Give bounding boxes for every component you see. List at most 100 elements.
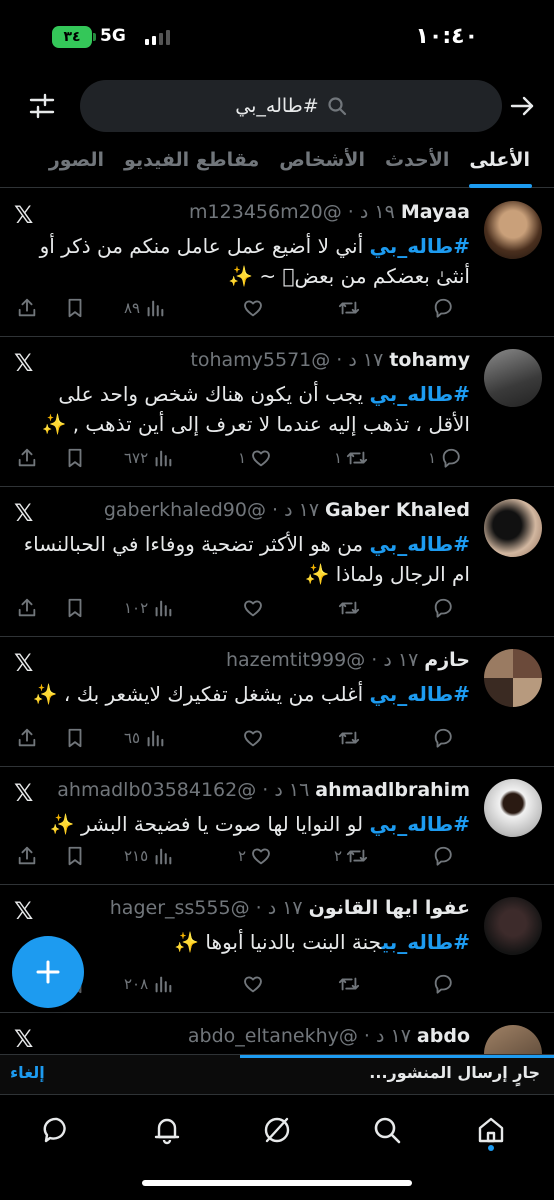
author-name[interactable]: حازم xyxy=(424,649,470,671)
share-icon xyxy=(16,845,38,867)
views-button[interactable]: ٦٥ xyxy=(124,723,166,753)
tab-photos[interactable]: الصور xyxy=(39,136,114,188)
x-logo-icon: 𝕏 xyxy=(14,499,34,527)
bookmark-icon xyxy=(64,597,86,619)
explore-icon[interactable] xyxy=(362,1105,412,1155)
x-logo-icon: 𝕏 xyxy=(14,349,34,377)
filter-icon[interactable] xyxy=(24,88,60,124)
like-button[interactable]: ١ xyxy=(238,443,272,473)
bookmark-button[interactable] xyxy=(64,443,86,473)
reply-button[interactable]: ١ xyxy=(428,443,462,473)
author-name[interactable]: abdo xyxy=(417,1025,470,1047)
x-logo-icon: 𝕏 xyxy=(14,779,34,807)
cancel-button[interactable]: إلغاء xyxy=(10,1063,45,1082)
notifications-icon[interactable] xyxy=(142,1105,192,1155)
retweet-icon xyxy=(346,447,368,469)
grok-icon[interactable] xyxy=(252,1105,302,1155)
author-handle-time: hazemtit999@ · ١٧ د xyxy=(225,649,419,671)
retweet-button[interactable] xyxy=(334,969,360,999)
reply-button[interactable] xyxy=(428,841,454,871)
bookmark-button[interactable] xyxy=(64,723,86,753)
share-button[interactable] xyxy=(16,293,38,323)
hashtag-link[interactable]: #طاله_بي xyxy=(370,532,471,556)
reply-button[interactable] xyxy=(428,593,454,623)
views-button[interactable]: ٢١٥ xyxy=(124,841,174,871)
views-button[interactable]: ٦٧٢ xyxy=(124,443,174,473)
like-count: ١ xyxy=(238,449,247,467)
reply-count: ١ xyxy=(428,449,437,467)
hashtag-link[interactable]: #طاله_بي xyxy=(370,812,471,836)
clock: ١٠:٤٠ xyxy=(415,24,478,49)
tab-videos[interactable]: مقاطع الفيديو xyxy=(114,136,269,188)
like-button[interactable]: ٢ xyxy=(238,841,272,871)
like-button[interactable] xyxy=(238,293,264,323)
author-name[interactable]: Mayaa xyxy=(401,201,470,223)
tweet-card[interactable]: ahmadlbrahim ahmadlb03584162@ · ١٦ د 𝕏 #طال… xyxy=(0,767,554,885)
avatar[interactable] xyxy=(484,349,542,407)
tweet-card[interactable]: حازم hazemtit999@ · ١٧ د 𝕏 #طاله_بي أغلب من… xyxy=(0,637,554,767)
tweet-actions: ٦٥ xyxy=(0,723,554,753)
views-button[interactable]: ١٠٢ xyxy=(124,593,174,623)
like-button[interactable] xyxy=(238,593,264,623)
hashtag-link[interactable]: #طاله_بي xyxy=(370,234,471,258)
share-button[interactable] xyxy=(16,593,38,623)
hashtag-link[interactable]: #طاله_بي xyxy=(370,682,471,706)
tab-people[interactable]: الأشخاص xyxy=(269,136,375,188)
tweet-actions: ٨٩ xyxy=(0,293,554,323)
retweet-button[interactable]: ٢ xyxy=(334,841,368,871)
search-input[interactable]: #طاله_بي xyxy=(80,80,502,132)
home-icon[interactable] xyxy=(466,1105,516,1155)
tweet-card[interactable]: tohamy tohamy5571@ · ١٧ د 𝕏 #طاله_بي يجب أن… xyxy=(0,337,554,487)
hashtag-link[interactable]: #طاله_بي xyxy=(382,930,470,954)
compose-button[interactable] xyxy=(12,936,84,1008)
status-bar: ٣٤ 5G ١٠:٤٠ xyxy=(0,0,554,76)
author-name[interactable]: ahmadlbrahim xyxy=(315,779,470,801)
reply-icon xyxy=(432,297,454,319)
retweet-button[interactable] xyxy=(334,593,360,623)
tab-latest[interactable]: الأحدث xyxy=(375,136,459,188)
tweet-body: جنة البنت بالدنيا أبوها ✨ xyxy=(174,930,382,954)
tweet-text: #طاله_بي لو النوايا لها صوت يا فضيحة الب… xyxy=(22,809,470,839)
like-count: ٢ xyxy=(238,847,247,865)
messages-icon[interactable] xyxy=(32,1105,82,1155)
reply-button[interactable] xyxy=(428,723,454,753)
author-name[interactable]: عفوا ايها القانون xyxy=(309,897,470,919)
share-button[interactable] xyxy=(16,723,38,753)
battery-level: ٣٤ xyxy=(63,29,81,45)
avatar[interactable] xyxy=(484,897,542,955)
reply-icon xyxy=(440,447,462,469)
avatar[interactable] xyxy=(484,649,542,707)
author-name[interactable]: tohamy xyxy=(389,349,470,371)
tweet-header: حازم hazemtit999@ · ١٧ د xyxy=(226,649,470,671)
tweet-text: #طاله_بي يجب أن يكون هناك شخص واحد على ا… xyxy=(22,379,470,439)
views-button[interactable]: ٢٠٨ xyxy=(124,969,174,999)
share-button[interactable] xyxy=(16,841,38,871)
tweet-body: أغلب من يشغل تفكيرك لايشعر بك ، ✨ xyxy=(32,682,370,706)
views-button[interactable]: ٨٩ xyxy=(124,293,166,323)
avatar[interactable] xyxy=(484,499,542,557)
bookmark-button[interactable] xyxy=(64,293,86,323)
like-button[interactable] xyxy=(238,723,264,753)
avatar[interactable] xyxy=(484,201,542,259)
retweet-button[interactable] xyxy=(334,293,360,323)
author-name[interactable]: Gaber Khaled xyxy=(325,499,470,521)
bookmark-button[interactable] xyxy=(64,593,86,623)
hashtag-link[interactable]: #طاله_بي xyxy=(370,382,471,406)
tweet-card[interactable]: Mayaa m123456m20@ · ١٩ د 𝕏 #طاله_بي أني لا … xyxy=(0,189,554,337)
tab-top[interactable]: الأعلى xyxy=(459,136,554,188)
share-button[interactable] xyxy=(16,443,38,473)
reply-button[interactable] xyxy=(428,293,454,323)
like-button[interactable] xyxy=(238,969,264,999)
tweet-header: abdo abdo_eltanekhy@ · ١٧ د xyxy=(188,1025,470,1047)
avatar[interactable] xyxy=(484,779,542,837)
author-handle-time: hager_ss555@ · ١٧ د xyxy=(109,897,303,919)
reply-button[interactable] xyxy=(428,969,454,999)
reply-icon xyxy=(432,727,454,749)
tweet-card[interactable]: Gaber Khaled gaberkhaled90@ · ١٧ د 𝕏 #طاله_… xyxy=(0,487,554,637)
retweet-button[interactable]: ١ xyxy=(334,443,368,473)
tweet-card[interactable]: عفوا ايها القانون hager_ss555@ · ١٧ د 𝕏 #طا… xyxy=(0,885,554,1013)
posting-progress-bar: جارٍ إرسال المنشور... إلغاء xyxy=(0,1054,554,1094)
bookmark-button[interactable] xyxy=(64,841,86,871)
retweet-button[interactable] xyxy=(334,723,360,753)
back-arrow-icon[interactable] xyxy=(504,88,540,124)
